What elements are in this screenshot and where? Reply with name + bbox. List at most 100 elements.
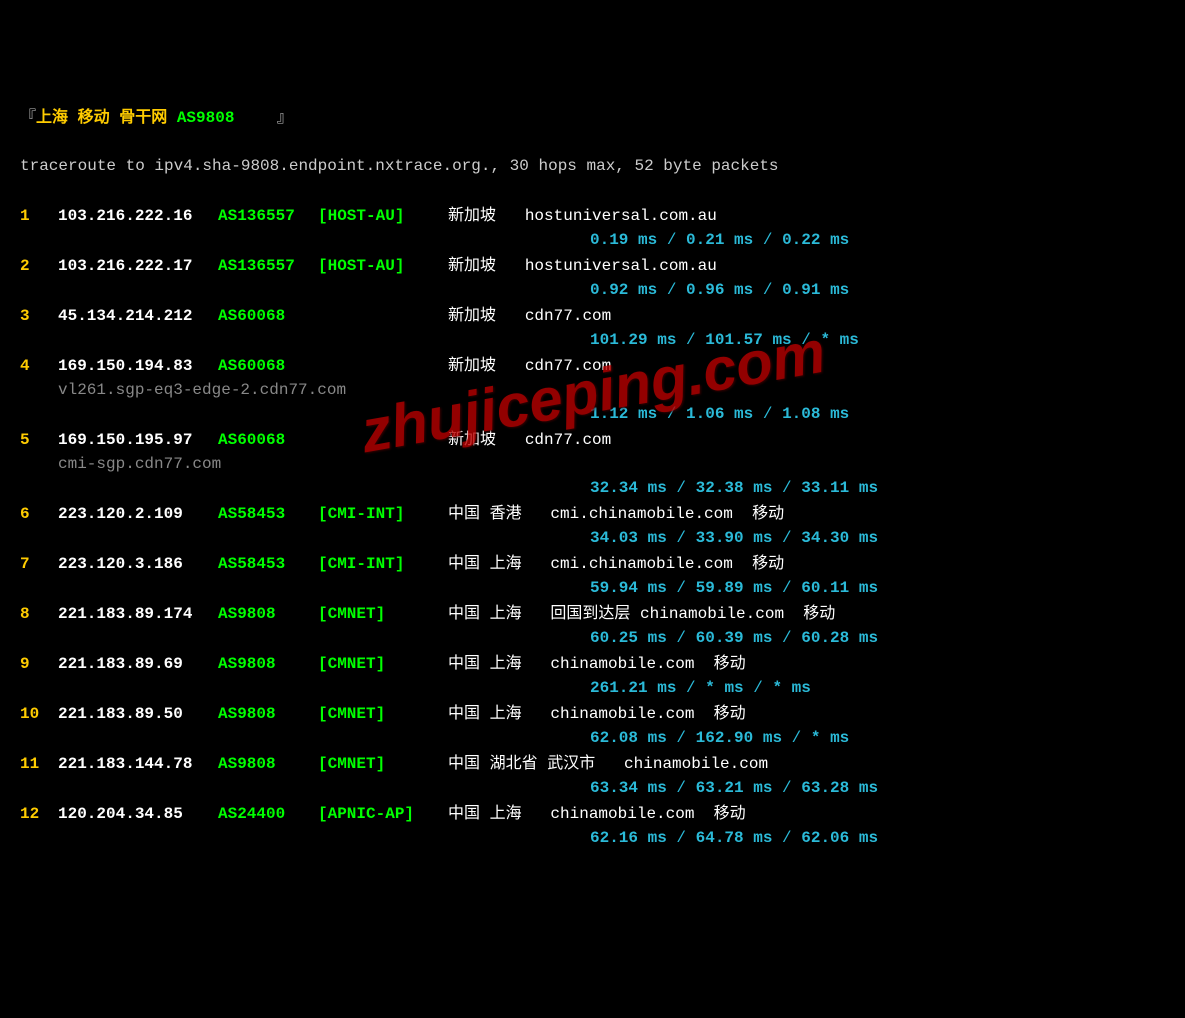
hop-latency-line: 62.16 ms / 64.78 ms / 62.06 ms bbox=[20, 826, 1175, 850]
traceroute-subheader: traceroute to ipv4.sha-9808.endpoint.nxt… bbox=[20, 154, 1175, 178]
hop-latency-2: 32.38 ms bbox=[696, 479, 773, 497]
header-bracket-close: 』 bbox=[277, 109, 293, 127]
hop-carrier: 移动 bbox=[803, 602, 835, 626]
hop-domain: cdn77.com bbox=[525, 428, 611, 452]
hop-latency-2: 1.06 ms bbox=[686, 405, 753, 423]
hop-row: 6223.120.2.109AS58453[CMI-INT]中国 香港 cmi.… bbox=[20, 502, 1175, 550]
hop-latency-1: 62.16 ms bbox=[590, 829, 667, 847]
hop-row: 8221.183.89.174AS9808[CMNET]中国 上海 回国到达层 … bbox=[20, 602, 1175, 650]
hop-location: 新加坡 bbox=[448, 304, 496, 328]
hop-line: 1103.216.222.16AS136557[HOST-AU]新加坡 host… bbox=[20, 204, 1175, 228]
hop-row: 1103.216.222.16AS136557[HOST-AU]新加坡 host… bbox=[20, 204, 1175, 252]
hop-ip: 103.216.222.16 bbox=[58, 204, 218, 228]
hop-domain: cdn77.com bbox=[525, 304, 611, 328]
hop-location: 中国 湖北省 武汉市 bbox=[448, 752, 595, 776]
hop-latency-3: * ms bbox=[772, 679, 810, 697]
hop-latency-line: 62.08 ms / 162.90 ms / * ms bbox=[20, 726, 1175, 750]
hop-latency-2: 59.89 ms bbox=[696, 579, 773, 597]
hop-nettag: [CMNET] bbox=[318, 652, 448, 676]
hop-latency-1: 32.34 ms bbox=[590, 479, 667, 497]
hop-domain: cmi.chinamobile.com bbox=[550, 502, 732, 526]
hop-line: 345.134.214.212AS60068新加坡 cdn77.com bbox=[20, 304, 1175, 328]
hop-location: 中国 上海 bbox=[448, 602, 522, 626]
hop-ip: 221.183.89.69 bbox=[58, 652, 218, 676]
hop-location: 中国 上海 bbox=[448, 652, 522, 676]
hop-ip: 120.204.34.85 bbox=[58, 802, 218, 826]
hop-asn: AS24400 bbox=[218, 802, 318, 826]
hop-number: 2 bbox=[20, 254, 58, 278]
hop-latency-3: 62.06 ms bbox=[801, 829, 878, 847]
hop-number: 3 bbox=[20, 304, 58, 328]
header-title: 上海 移动 骨干网 bbox=[36, 109, 177, 127]
hop-ip: 223.120.2.109 bbox=[58, 502, 218, 526]
hop-latency-1: 0.19 ms bbox=[590, 231, 657, 249]
hop-ip: 221.183.89.174 bbox=[58, 602, 218, 626]
hop-latency-3: 0.91 ms bbox=[782, 281, 849, 299]
hop-asn: AS60068 bbox=[218, 428, 318, 452]
hop-row: 7223.120.3.186AS58453[CMI-INT]中国 上海 cmi.… bbox=[20, 552, 1175, 600]
hop-line: 10221.183.89.50AS9808[CMNET]中国 上海 chinam… bbox=[20, 702, 1175, 726]
hop-number: 5 bbox=[20, 428, 58, 452]
hop-carrier: 移动 bbox=[752, 502, 784, 526]
hop-latency-1: 34.03 ms bbox=[590, 529, 667, 547]
hop-location: 中国 上海 bbox=[448, 552, 522, 576]
hop-number: 4 bbox=[20, 354, 58, 378]
hop-latency-line: 101.29 ms / 101.57 ms / * ms bbox=[20, 328, 1175, 352]
hop-domain: chinamobile.com bbox=[550, 702, 694, 726]
hop-latency-2: 0.21 ms bbox=[686, 231, 753, 249]
hop-asn: AS58453 bbox=[218, 502, 318, 526]
hop-latency-3: 34.30 ms bbox=[801, 529, 878, 547]
hop-latency-1: 101.29 ms bbox=[590, 331, 676, 349]
hop-line: 7223.120.3.186AS58453[CMI-INT]中国 上海 cmi.… bbox=[20, 552, 1175, 576]
hop-line: 4169.150.194.83AS60068新加坡 cdn77.com bbox=[20, 354, 1175, 378]
hop-carrier: 移动 bbox=[714, 702, 746, 726]
hop-domain: hostuniversal.com.au bbox=[525, 204, 717, 228]
hop-location: 新加坡 bbox=[448, 428, 496, 452]
hop-location: 新加坡 bbox=[448, 354, 496, 378]
hop-asn: AS58453 bbox=[218, 552, 318, 576]
hop-latency-1: 59.94 ms bbox=[590, 579, 667, 597]
hop-domain: cdn77.com bbox=[525, 354, 611, 378]
hop-ip: 223.120.3.186 bbox=[58, 552, 218, 576]
hop-domain: cmi.chinamobile.com bbox=[550, 552, 732, 576]
hop-carrier: 移动 bbox=[714, 652, 746, 676]
hop-latency-line: 60.25 ms / 60.39 ms / 60.28 ms bbox=[20, 626, 1175, 650]
hop-row: 9221.183.89.69AS9808[CMNET]中国 上海 chinamo… bbox=[20, 652, 1175, 700]
hop-row: 345.134.214.212AS60068新加坡 cdn77.com101.2… bbox=[20, 304, 1175, 352]
hop-latency-2: 64.78 ms bbox=[696, 829, 773, 847]
hop-ip: 221.183.144.78 bbox=[58, 752, 218, 776]
hop-asn: AS9808 bbox=[218, 752, 318, 776]
hop-latency-line: 59.94 ms / 59.89 ms / 60.11 ms bbox=[20, 576, 1175, 600]
hop-row: 12120.204.34.85AS24400[APNIC-AP]中国 上海 ch… bbox=[20, 802, 1175, 850]
hop-latency-line: 261.21 ms / * ms / * ms bbox=[20, 676, 1175, 700]
hop-nettag: [CMNET] bbox=[318, 702, 448, 726]
hop-row: 10221.183.89.50AS9808[CMNET]中国 上海 chinam… bbox=[20, 702, 1175, 750]
hop-latency-line: 0.19 ms / 0.21 ms / 0.22 ms bbox=[20, 228, 1175, 252]
hop-latency-3: 1.08 ms bbox=[782, 405, 849, 423]
hop-domain: 回国到达层 chinamobile.com bbox=[550, 602, 784, 626]
hop-latency-2: 0.96 ms bbox=[686, 281, 753, 299]
hop-number: 9 bbox=[20, 652, 58, 676]
hop-domain: chinamobile.com bbox=[550, 802, 694, 826]
hop-nettag: [CMNET] bbox=[318, 602, 448, 626]
hop-nettag: [CMNET] bbox=[318, 752, 448, 776]
hop-domain: chinamobile.com bbox=[550, 652, 694, 676]
hop-number: 11 bbox=[20, 752, 58, 776]
hop-latency-line: 34.03 ms / 33.90 ms / 34.30 ms bbox=[20, 526, 1175, 550]
hop-hostname: vl261.sgp-eq3-edge-2.cdn77.com bbox=[20, 378, 1175, 402]
header-bracket-open: 『 bbox=[20, 109, 36, 127]
hop-row: 2103.216.222.17AS136557[HOST-AU]新加坡 host… bbox=[20, 254, 1175, 302]
hop-line: 6223.120.2.109AS58453[CMI-INT]中国 香港 cmi.… bbox=[20, 502, 1175, 526]
hop-latency-1: 261.21 ms bbox=[590, 679, 676, 697]
hop-line: 12120.204.34.85AS24400[APNIC-AP]中国 上海 ch… bbox=[20, 802, 1175, 826]
hop-number: 10 bbox=[20, 702, 58, 726]
hop-latency-2: 33.90 ms bbox=[696, 529, 773, 547]
hop-latency-3: 60.28 ms bbox=[801, 629, 878, 647]
hop-latency-3: 60.11 ms bbox=[801, 579, 878, 597]
hop-latency-1: 60.25 ms bbox=[590, 629, 667, 647]
hop-number: 7 bbox=[20, 552, 58, 576]
hop-list: 1103.216.222.16AS136557[HOST-AU]新加坡 host… bbox=[20, 204, 1175, 850]
hop-line: 8221.183.89.174AS9808[CMNET]中国 上海 回国到达层 … bbox=[20, 602, 1175, 626]
hop-ip: 45.134.214.212 bbox=[58, 304, 218, 328]
hop-nettag: [HOST-AU] bbox=[318, 204, 448, 228]
